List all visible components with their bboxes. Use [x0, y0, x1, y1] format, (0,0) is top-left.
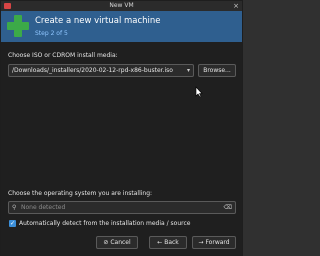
os-search-field[interactable]: ⚲ ⌫: [8, 201, 236, 214]
check-icon[interactable]: ✓: [9, 220, 16, 227]
back-button-label: Back: [164, 239, 179, 246]
clear-icon[interactable]: ⌫: [224, 204, 232, 212]
search-icon: ⚲: [12, 204, 17, 211]
install-media-label: Choose ISO or CDROM install media:: [8, 52, 118, 59]
iso-path-value: /Downloads/_installers/2020-02-12-rpd-x8…: [12, 67, 173, 74]
forward-arrow-icon: →: [198, 239, 204, 246]
window-title: New VM: [109, 2, 134, 9]
cancel-button-label: Cancel: [110, 239, 131, 246]
mouse-pointer-icon: [195, 86, 203, 98]
iso-path-combobox[interactable]: /Downloads/_installers/2020-02-12-rpd-x8…: [8, 64, 194, 77]
close-icon[interactable]: ×: [233, 2, 239, 10]
chevron-down-icon[interactable]: ▾: [187, 67, 190, 75]
cancel-icon: ⊘: [103, 239, 109, 246]
wizard-title: Create a new virtual machine: [35, 16, 161, 26]
auto-detect-label[interactable]: Automatically detect from the installati…: [19, 220, 190, 228]
os-search-input[interactable]: [21, 203, 217, 212]
title-bar: New VM ×: [1, 1, 242, 11]
wizard-header: Create a new virtual machine Step 2 of 5: [1, 11, 242, 42]
back-button[interactable]: ← Back: [149, 236, 187, 249]
add-icon: [7, 15, 29, 37]
cancel-button[interactable]: ⊘ Cancel: [96, 236, 138, 249]
back-arrow-icon: ←: [157, 239, 163, 246]
wizard-step: Step 2 of 5: [35, 30, 68, 37]
forward-button[interactable]: → Forward: [192, 236, 236, 249]
new-vm-window: New VM × Create a new virtual machine St…: [0, 0, 243, 256]
forward-button-label: Forward: [205, 239, 230, 246]
browse-button[interactable]: Browse...: [198, 64, 236, 77]
os-label: Choose the operating system you are inst…: [8, 190, 153, 197]
